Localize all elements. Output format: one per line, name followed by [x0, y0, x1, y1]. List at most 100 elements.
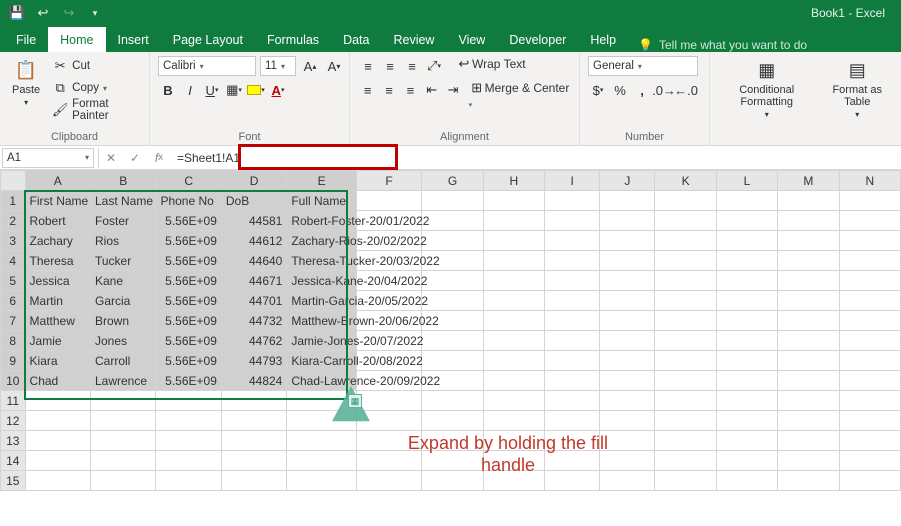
cell[interactable]: 5.56E+09: [156, 231, 221, 251]
cell[interactable]: [655, 411, 716, 431]
cell[interactable]: [90, 411, 155, 431]
accounting-format-button[interactable]: $▾: [588, 80, 608, 100]
column-header[interactable]: J: [600, 171, 655, 191]
align-left-button[interactable]: ≡: [358, 80, 377, 100]
cell[interactable]: [655, 311, 716, 331]
column-header[interactable]: L: [716, 171, 777, 191]
cell[interactable]: [655, 451, 716, 471]
cell[interactable]: [716, 211, 777, 231]
cell[interactable]: [545, 351, 600, 371]
cell[interactable]: [287, 431, 357, 451]
cell[interactable]: [483, 411, 544, 431]
decrease-indent-button[interactable]: ⇤: [422, 80, 441, 100]
cell[interactable]: [156, 391, 221, 411]
cell[interactable]: Chad: [25, 371, 90, 391]
cell[interactable]: [221, 391, 286, 411]
cell[interactable]: [600, 371, 655, 391]
column-header[interactable]: F: [356, 171, 421, 191]
row-header[interactable]: 2: [1, 211, 26, 231]
cell[interactable]: 44612: [221, 231, 286, 251]
tab-review[interactable]: Review: [381, 28, 446, 52]
percent-format-button[interactable]: %: [610, 80, 630, 100]
cell[interactable]: [600, 411, 655, 431]
cell[interactable]: [716, 311, 777, 331]
cell[interactable]: Rios: [90, 231, 155, 251]
cell[interactable]: [778, 431, 839, 451]
cell[interactable]: [156, 471, 221, 491]
cell[interactable]: [483, 311, 544, 331]
cell[interactable]: [483, 251, 544, 271]
tab-help[interactable]: Help: [578, 28, 628, 52]
column-header[interactable]: H: [483, 171, 544, 191]
cell[interactable]: [839, 371, 900, 391]
row-header[interactable]: 14: [1, 451, 26, 471]
cell[interactable]: [600, 271, 655, 291]
cell[interactable]: 5.56E+09: [156, 331, 221, 351]
cell[interactable]: [156, 411, 221, 431]
cell[interactable]: 44732: [221, 311, 286, 331]
row-header[interactable]: 7: [1, 311, 26, 331]
row-header[interactable]: 15: [1, 471, 26, 491]
cell[interactable]: [778, 311, 839, 331]
cell[interactable]: [483, 231, 544, 251]
cell[interactable]: [422, 191, 483, 211]
cell[interactable]: [839, 191, 900, 211]
row-header[interactable]: 10: [1, 371, 26, 391]
cell[interactable]: [545, 291, 600, 311]
cell[interactable]: 5.56E+09: [156, 271, 221, 291]
autofill-options-icon[interactable]: ▦: [348, 394, 362, 408]
cell[interactable]: [90, 471, 155, 491]
cell[interactable]: [839, 211, 900, 231]
underline-button[interactable]: U▾: [202, 80, 222, 100]
cell[interactable]: Carroll: [90, 351, 155, 371]
cell[interactable]: [545, 231, 600, 251]
cell[interactable]: [422, 351, 483, 371]
cell[interactable]: Robert-Foster-20/01/2022: [287, 211, 357, 231]
increase-decimal-button[interactable]: .0→: [654, 80, 674, 100]
column-header[interactable]: D: [221, 171, 286, 191]
cell[interactable]: [221, 451, 286, 471]
format-as-table-button[interactable]: ▤ Format as Table ▾: [821, 56, 893, 121]
paste-button[interactable]: 📋 Paste ▾: [8, 56, 44, 109]
cell[interactable]: [778, 371, 839, 391]
cell[interactable]: [483, 371, 544, 391]
cell[interactable]: [422, 391, 483, 411]
tab-formulas[interactable]: Formulas: [255, 28, 331, 52]
cell[interactable]: [839, 431, 900, 451]
cell[interactable]: [778, 191, 839, 211]
cell[interactable]: [839, 331, 900, 351]
cell[interactable]: [600, 331, 655, 351]
cell[interactable]: [90, 451, 155, 471]
cell[interactable]: [778, 231, 839, 251]
cell[interactable]: 44671: [221, 271, 286, 291]
tab-developer[interactable]: Developer: [497, 28, 578, 52]
cell[interactable]: [221, 411, 286, 431]
cell[interactable]: [25, 471, 90, 491]
conditional-formatting-button[interactable]: ▦ Conditional Formatting ▾: [718, 56, 815, 121]
cell[interactable]: [839, 411, 900, 431]
cell[interactable]: [655, 271, 716, 291]
cell[interactable]: [483, 291, 544, 311]
cell[interactable]: [600, 391, 655, 411]
borders-button[interactable]: ▦▾: [224, 80, 244, 100]
cell[interactable]: [655, 351, 716, 371]
cell[interactable]: [545, 371, 600, 391]
bold-button[interactable]: B: [158, 80, 178, 100]
cell[interactable]: [716, 331, 777, 351]
cell[interactable]: Zachary-Rios-20/02/2022: [287, 231, 357, 251]
column-header[interactable]: E: [287, 171, 357, 191]
enter-formula-button[interactable]: ✓: [123, 148, 147, 168]
cell[interactable]: [778, 411, 839, 431]
cell[interactable]: [356, 391, 421, 411]
cell[interactable]: [655, 431, 716, 451]
cell[interactable]: [778, 351, 839, 371]
cell[interactable]: [221, 471, 286, 491]
cell[interactable]: Kiara-Carroll-20/08/2022: [287, 351, 357, 371]
cell[interactable]: [839, 391, 900, 411]
cell[interactable]: [778, 331, 839, 351]
column-header[interactable]: B: [90, 171, 155, 191]
column-header[interactable]: C: [156, 171, 221, 191]
cell[interactable]: [716, 431, 777, 451]
cell[interactable]: Tucker: [90, 251, 155, 271]
cell[interactable]: Jessica: [25, 271, 90, 291]
